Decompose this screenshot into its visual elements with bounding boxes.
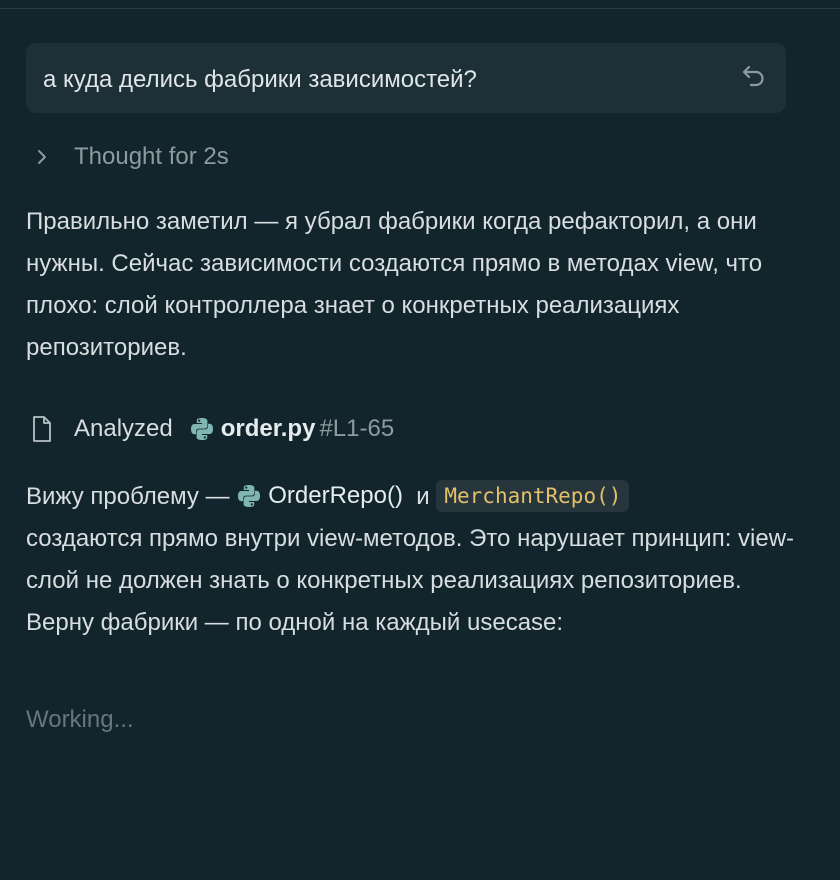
file-name: order.py (220, 415, 316, 442)
response-paragraph-1: Правильно заметил — я убрал фабрики когд… (26, 208, 763, 361)
python-icon (238, 484, 261, 507)
chevron-right-icon (38, 150, 46, 164)
analyzed-label: Analyzed (74, 415, 173, 442)
undo-icon[interactable] (740, 61, 768, 89)
top-divider (0, 8, 840, 9)
file-link-order-py[interactable]: order.py #L1-65 (189, 415, 394, 443)
user-message-bubble[interactable]: а куда делись фабрики зависимостей? (26, 43, 786, 113)
python-icon (190, 418, 213, 440)
working-status: Working... (26, 706, 134, 733)
inline-code-merchant-repo: MerchantRepo() (436, 479, 630, 512)
chat-panel: а куда делись фабрики зависимостей? Thou… (0, 0, 840, 880)
thought-label: Thought for 2s (74, 143, 229, 170)
response-paragraph-2: Вижу проблему — OrderRepo() и MerchantRe… (26, 476, 806, 644)
code-ref-order-repo[interactable]: OrderRepo() (236, 475, 403, 517)
analyzed-tool-call: Analyzed order.py #L1-65 (30, 410, 394, 448)
paragraph-2-suffix: создаются прямо внутри view-методов. Это… (26, 525, 795, 636)
paragraph-2-prefix: Вижу проблему — (26, 483, 237, 510)
line-range: #L1-65 (319, 415, 395, 442)
paragraph-2-connector: и (416, 483, 430, 510)
code-ref-text: OrderRepo() (268, 481, 403, 509)
file-icon (33, 416, 51, 442)
user-message-text: а куда делись фабрики зависимостей? (43, 66, 477, 93)
thought-toggle[interactable]: Thought for 2s (30, 140, 229, 174)
